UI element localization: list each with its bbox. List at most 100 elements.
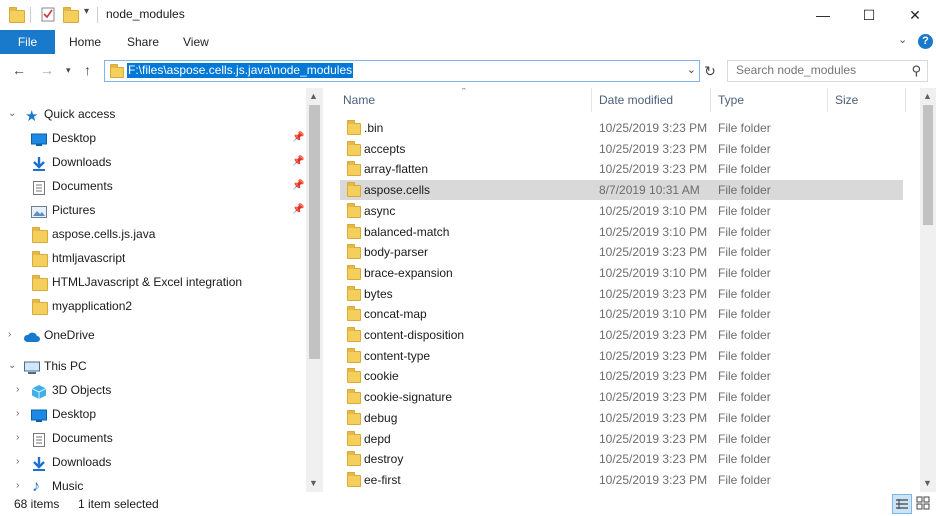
file-row[interactable]: content-type 10/25/2019 3:23 PM File folde…	[340, 346, 903, 366]
expand-arrow-icon[interactable]: ›	[8, 323, 18, 347]
file-name[interactable]: cookie-signature	[364, 387, 452, 407]
file-row[interactable]: depd 10/25/2019 3:23 PM File folder	[340, 429, 903, 449]
nav-quick-access[interactable]: ⌄ ★ Quick access	[0, 102, 306, 126]
file-name[interactable]: body-parser	[364, 242, 428, 262]
file-row[interactable]: destroy 10/25/2019 3:23 PM File folder	[340, 449, 903, 469]
column-date-modified[interactable]: Date modified	[599, 88, 673, 112]
nav-item-myapplication2[interactable]: myapplication2	[0, 294, 306, 318]
file-row[interactable]: body-parser 10/25/2019 3:23 PM File folder	[340, 242, 903, 262]
file-row[interactable]: balanced-match 10/25/2019 3:10 PM File fol…	[340, 222, 903, 242]
address-path[interactable]: F:\files\aspose.cells.js.java\node_modul…	[127, 63, 354, 78]
nav-item-htmljavascript[interactable]: htmljavascript	[0, 246, 306, 270]
refresh-icon[interactable]: ↻	[700, 61, 720, 81]
pin-icon[interactable]: 📌	[292, 198, 304, 222]
new-folder-icon[interactable]	[62, 6, 79, 23]
file-name[interactable]: aspose.cells	[364, 180, 430, 200]
tab-view[interactable]: View	[183, 30, 209, 54]
scroll-down-icon[interactable]: ▼	[309, 478, 318, 488]
file-row[interactable]: bytes 10/25/2019 3:23 PM File folder	[340, 284, 903, 304]
nav-item-pictures[interactable]: Pictures 📌	[0, 198, 306, 222]
large-icons-view-icon[interactable]	[914, 494, 932, 512]
scroll-thumb[interactable]	[309, 105, 320, 359]
nav-this-pc[interactable]: ⌄ This PC	[0, 354, 306, 378]
expand-ribbon-icon[interactable]: ⌄	[898, 33, 907, 46]
scroll-up-icon[interactable]: ▲	[309, 91, 318, 101]
file-row[interactable]: debug 10/25/2019 3:23 PM File folder	[340, 408, 903, 428]
scroll-up-icon[interactable]: ▲	[923, 91, 932, 101]
nav-item-html-excel[interactable]: HTMLJavascript & Excel integration	[0, 270, 306, 294]
file-name[interactable]: async	[364, 201, 395, 221]
expand-arrow-icon[interactable]: ›	[16, 426, 26, 450]
file-name[interactable]: balanced-match	[364, 222, 449, 242]
file-list-scrollbar[interactable]: ▲ ▼	[920, 88, 936, 492]
tab-share[interactable]: Share	[127, 30, 159, 54]
search-box[interactable]: ⚲	[727, 60, 928, 82]
scroll-down-icon[interactable]: ▼	[923, 478, 932, 488]
file-row[interactable]: .bin 10/25/2019 3:23 PM File folder	[340, 118, 903, 138]
folder-icon[interactable]	[8, 6, 25, 23]
file-row[interactable]: content-disposition 10/25/2019 3:23 PM Fil…	[340, 325, 903, 345]
column-size[interactable]: Size	[835, 88, 858, 112]
file-row[interactable]: cookie 10/25/2019 3:23 PM File folder	[340, 366, 903, 386]
tab-home[interactable]: Home	[69, 30, 101, 54]
nav-item-music[interactable]: › ♪ Music	[0, 474, 306, 492]
close-button[interactable]: ✕	[892, 0, 936, 30]
file-row[interactable]: aspose.cells 8/7/2019 10:31 AM File folder	[340, 180, 903, 201]
nav-item-desktop[interactable]: Desktop 📌	[0, 126, 306, 150]
nav-item-pc-downloads[interactable]: › Downloads	[0, 450, 306, 474]
expand-arrow-icon[interactable]: ›	[16, 378, 26, 402]
file-name[interactable]: ee-first	[364, 470, 401, 490]
pin-icon[interactable]: 📌	[292, 150, 304, 174]
file-name[interactable]: accepts	[364, 139, 405, 159]
nav-item-pc-documents[interactable]: › Documents	[0, 426, 306, 450]
up-arrow-icon[interactable]: ↑	[84, 62, 91, 78]
expand-arrow-icon[interactable]: ›	[16, 450, 26, 474]
properties-icon[interactable]	[40, 6, 56, 22]
address-dropdown-icon[interactable]: ⌄	[687, 63, 696, 76]
details-view-icon[interactable]	[892, 494, 912, 514]
column-divider[interactable]	[591, 88, 592, 112]
file-name[interactable]: concat-map	[364, 304, 427, 324]
recent-locations-icon[interactable]: ▾	[66, 65, 71, 76]
file-row[interactable]: accepts 10/25/2019 3:23 PM File folder	[340, 139, 903, 159]
search-icon[interactable]: ⚲	[911, 63, 921, 79]
column-divider[interactable]	[827, 88, 828, 112]
file-name[interactable]: content-type	[364, 346, 430, 366]
tab-file[interactable]: File	[0, 30, 55, 54]
minimize-button[interactable]: —	[800, 0, 846, 30]
file-row[interactable]: ee-first 10/25/2019 3:23 PM File folder	[340, 470, 903, 490]
file-row[interactable]: array-flatten 10/25/2019 3:23 PM File fold…	[340, 159, 903, 179]
file-name[interactable]: cookie	[364, 366, 399, 386]
column-divider[interactable]	[905, 88, 906, 112]
column-type[interactable]: Type	[718, 88, 744, 112]
file-name[interactable]: debug	[364, 408, 397, 428]
collapse-arrow-icon[interactable]: ⌄	[8, 102, 18, 126]
file-name[interactable]: content-disposition	[364, 325, 464, 345]
file-name[interactable]: array-flatten	[364, 159, 428, 179]
nav-item-pc-desktop[interactable]: › Desktop	[0, 402, 306, 426]
forward-arrow-icon[interactable]: →	[40, 62, 54, 78]
pin-icon[interactable]: 📌	[292, 174, 304, 198]
file-name[interactable]: destroy	[364, 449, 403, 469]
nav-item-downloads[interactable]: Downloads 📌	[0, 150, 306, 174]
file-name[interactable]: .bin	[364, 118, 383, 138]
file-row[interactable]: brace-expansion 10/25/2019 3:10 PM File fo…	[340, 263, 903, 283]
maximize-button[interactable]: ☐	[846, 0, 892, 30]
file-name[interactable]: bytes	[364, 284, 393, 304]
expand-arrow-icon[interactable]: ›	[16, 402, 26, 426]
column-divider[interactable]	[710, 88, 711, 112]
file-row[interactable]: concat-map 10/25/2019 3:10 PM File folder	[340, 304, 903, 324]
search-input[interactable]	[736, 63, 896, 77]
file-row[interactable]: cookie-signature 10/25/2019 3:23 PM File f…	[340, 387, 903, 407]
file-row[interactable]: async 10/25/2019 3:10 PM File folder	[340, 201, 903, 221]
collapse-arrow-icon[interactable]: ⌄	[8, 354, 18, 378]
scroll-thumb[interactable]	[923, 105, 933, 225]
column-name[interactable]: Name	[343, 88, 375, 112]
nav-item-3d-objects[interactable]: › 3D Objects	[0, 378, 306, 402]
pin-icon[interactable]: 📌	[292, 126, 304, 150]
help-icon[interactable]: ?	[918, 34, 933, 49]
expand-arrow-icon[interactable]: ›	[16, 474, 26, 492]
navigation-scrollbar[interactable]: ▲ ▼	[306, 88, 323, 492]
back-arrow-icon[interactable]: ←	[12, 62, 26, 78]
nav-item-documents[interactable]: Documents 📌	[0, 174, 306, 198]
